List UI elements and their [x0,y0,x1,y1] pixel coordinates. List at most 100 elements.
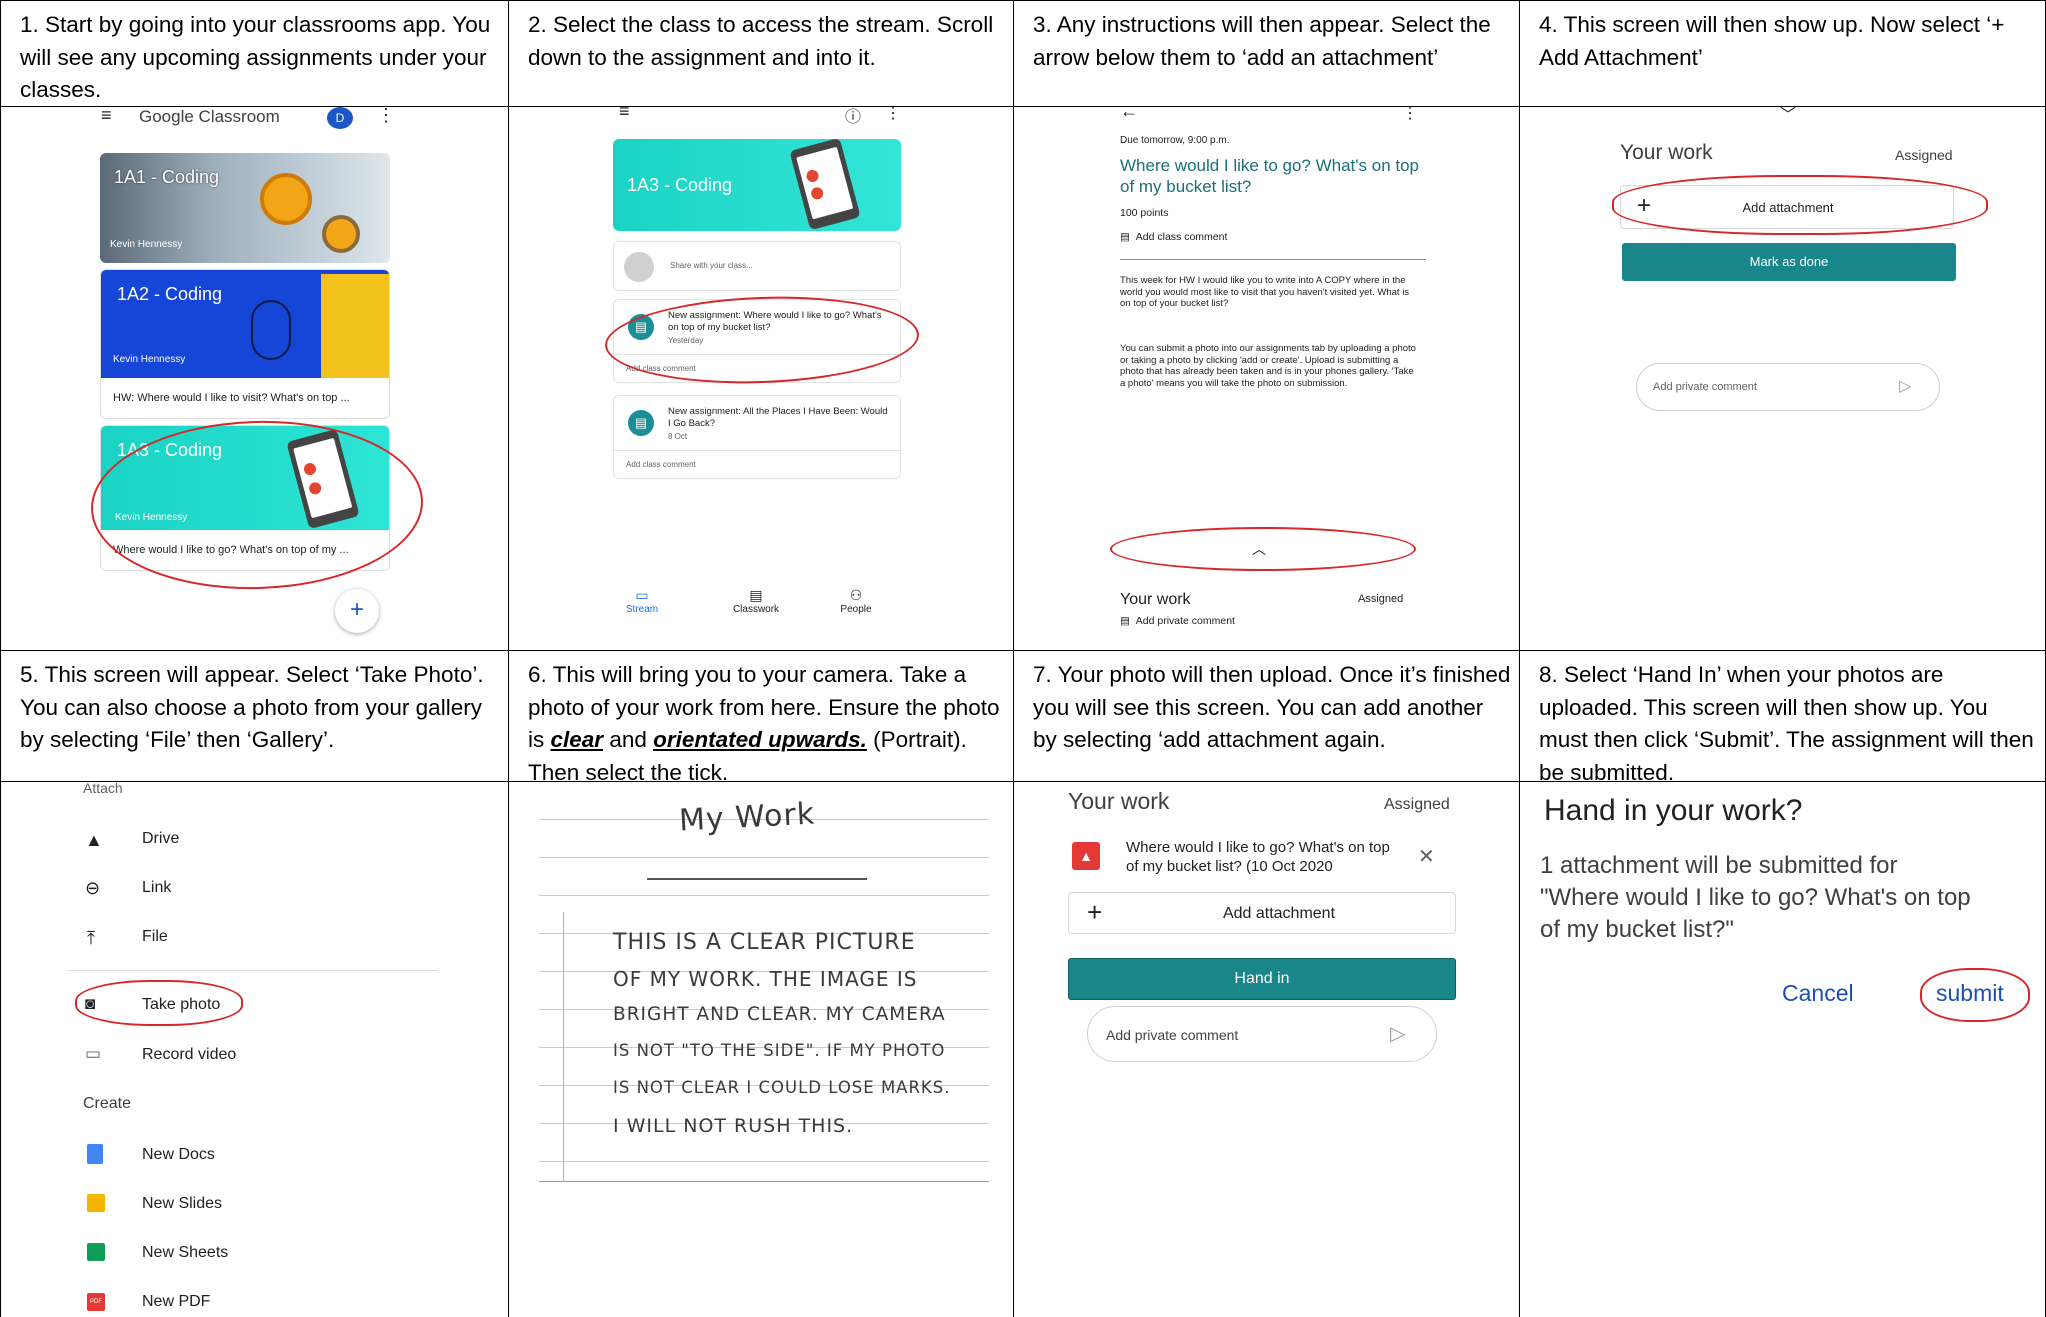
instruction-table: 1. Start by going into your classrooms a… [0,0,2046,1317]
back-arrow-icon[interactable]: ← [1120,107,1138,122]
your-work-label: Your work [1068,788,1170,814]
nav-label: People [840,604,872,615]
link-icon: ⊖ [85,878,101,898]
remove-attachment-icon[interactable]: ✕ [1418,844,1435,869]
new-pdf-item[interactable]: New PDF [142,1293,210,1311]
class-card-1a2[interactable]: 1A2 - Coding Kevin Hennessy HW: Where wo… [100,269,390,419]
more-icon[interactable]: ⋮ [885,107,901,123]
mark-as-done-button[interactable]: Mark as done [1622,243,1956,281]
image-file-icon: ▲ [1072,842,1100,870]
comment-icon: ▤ [1120,615,1130,627]
screenshot-7: Your work Assigned ▲ Where would I like … [1014,782,1520,1317]
post-date: 8 Oct [668,432,688,441]
step-2-text: 2. Select the class to access the stream… [528,12,994,70]
add-private-comment[interactable]: ▤ Add private comment [1120,615,1235,627]
divider [614,450,902,451]
post-card-2[interactable]: ▤ New assignment: All the Places I Have … [613,395,902,479]
highlight-circle [1612,175,1988,235]
screenshot-5: Attach ▲ Drive ⊖ Link ⤒ File ◙ Take phot… [0,782,509,1317]
class-comment-link[interactable]: Add class comment [626,460,696,469]
divider [68,970,438,971]
hand-in-button[interactable]: Hand in [1068,958,1456,1000]
screenshot-4: ﹀ Your work Assigned + Add attachment Ma… [1520,107,2046,651]
step-3-cell: 3. Any instructions will then appear. Se… [1014,0,1520,107]
underline [647,878,867,880]
margin-line [563,912,564,1182]
attachment-name[interactable]: Where would I like to go? What's on top … [1126,838,1396,876]
slides-icon [87,1194,105,1212]
screenshot-1: ≡ Google Classroom D ⋮ 1A1 - Coding Kevi… [0,107,509,651]
more-icon[interactable]: ⋮ [1402,107,1418,123]
info-icon[interactable]: ⓘ [845,107,861,127]
step-8-text: 8. Select ‘Hand In’ when your photos are… [1539,662,2034,782]
new-docs-item[interactable]: New Docs [142,1146,215,1164]
classwork-icon: ▤ [749,587,763,603]
drive-icon: ▲ [85,830,103,850]
upload-icon: ⤒ [87,928,95,948]
notebook-photo: My Work THIS IS A CLEAR PICTURE OF MY WO… [539,782,989,1182]
drive-item[interactable]: Drive [142,830,179,848]
step-6-text-part: and [603,727,654,752]
add-class-button[interactable]: + [335,589,379,633]
teacher-name: Kevin Hennessy [110,239,183,250]
divider [1120,259,1426,260]
handwritten-line: THIS IS A CLEAR PICTURE [613,930,916,955]
emphasis-clear: clear [550,727,604,752]
step-5-text: 5. This screen will appear. Select ‘Take… [20,662,484,752]
coin-illustration [260,173,312,225]
add-attachment-button[interactable]: + Add attachment [1068,892,1456,934]
avatar [624,252,654,282]
collapse-arrow-icon[interactable]: ﹀ [1780,107,1796,125]
handwritten-line: IS NOT CLEAR I COULD LOSE MARKS. [613,1078,951,1097]
add-class-comment[interactable]: ▤ Add class comment [1120,231,1227,243]
step-6-cell: 6. This will bring you to your camera. T… [509,651,1014,782]
status-badge: Assigned [1895,147,1953,163]
class-card-1a1[interactable]: 1A1 - Coding Kevin Hennessy [100,153,390,263]
class-name: 1A2 - Coding [117,284,223,304]
send-icon[interactable]: ▷ [1390,1021,1405,1046]
new-slides-item[interactable]: New Slides [142,1195,222,1213]
dialog-body: 1 attachment will be submitted for "Wher… [1540,852,1971,943]
status-badge: Assigned [1358,593,1404,605]
record-video-item[interactable]: Record video [142,1046,236,1064]
step-7-cell: 7. Your photo will then upload. Once it’… [1014,651,1520,782]
nav-classwork[interactable]: ▤ Classwork [721,587,791,615]
nav-label: Classwork [732,604,780,615]
screenshot-6: My Work THIS IS A CLEAR PICTURE OF MY WO… [509,782,1014,1317]
nav-stream[interactable]: ▭ Stream [619,587,665,615]
step-8-cell: 8. Select ‘Hand In’ when your photos are… [1520,651,2046,782]
nav-people[interactable]: ⚇ People [831,587,881,615]
cancel-button[interactable]: Cancel [1782,980,1854,1007]
private-comment-placeholder: Add private comment [1106,1027,1239,1043]
private-comment-field[interactable]: Add private comment ▷ [1087,1006,1437,1062]
class-note: HW: Where would I like to visit? What's … [113,392,350,404]
step-7-text: 7. Your photo will then upload. Once it’… [1033,662,1511,752]
screenshot-3: ← ⋮ Due tomorrow, 9:00 p.m. Where would … [1014,107,1520,651]
avatar[interactable]: D [327,107,353,129]
instructions-para-2: You can submit a photo into our assignme… [1120,343,1416,389]
private-comment-placeholder: Add private comment [1653,381,1757,393]
expand-arrow-icon[interactable]: ︿ [1252,539,1266,559]
more-icon[interactable]: ⋮ [377,107,395,126]
send-icon[interactable]: ▷ [1899,376,1911,396]
new-sheets-item[interactable]: New Sheets [142,1244,228,1262]
emphasis-orientated: orientated upwards. [653,727,867,752]
menu-icon[interactable]: ≡ [619,107,630,122]
step-1-text: 1. Start by going into your classrooms a… [20,12,491,102]
step-4-text: 4. This screen will then show up. Now se… [1539,12,2005,70]
private-comment-field[interactable]: Add private comment ▷ [1636,363,1940,411]
phone-illustration [789,139,861,231]
points: 100 points [1120,207,1169,219]
classroom-header: ≡ Google Classroom D ⋮ [101,107,401,129]
link-item[interactable]: Link [142,879,171,897]
pdf-icon: PDF [87,1293,105,1311]
file-item[interactable]: File [142,928,168,946]
menu-icon[interactable]: ≡ [101,107,112,126]
share-box[interactable]: Share with your class... [613,241,901,291]
assignment-icon: ▤ [628,410,654,436]
class-name: 1A1 - Coding [114,167,220,187]
stream-icon: ▭ [635,587,649,603]
highlight-circle [75,980,243,1026]
step-3-text: 3. Any instructions will then appear. Se… [1033,12,1491,70]
people-icon: ⚇ [849,587,863,603]
